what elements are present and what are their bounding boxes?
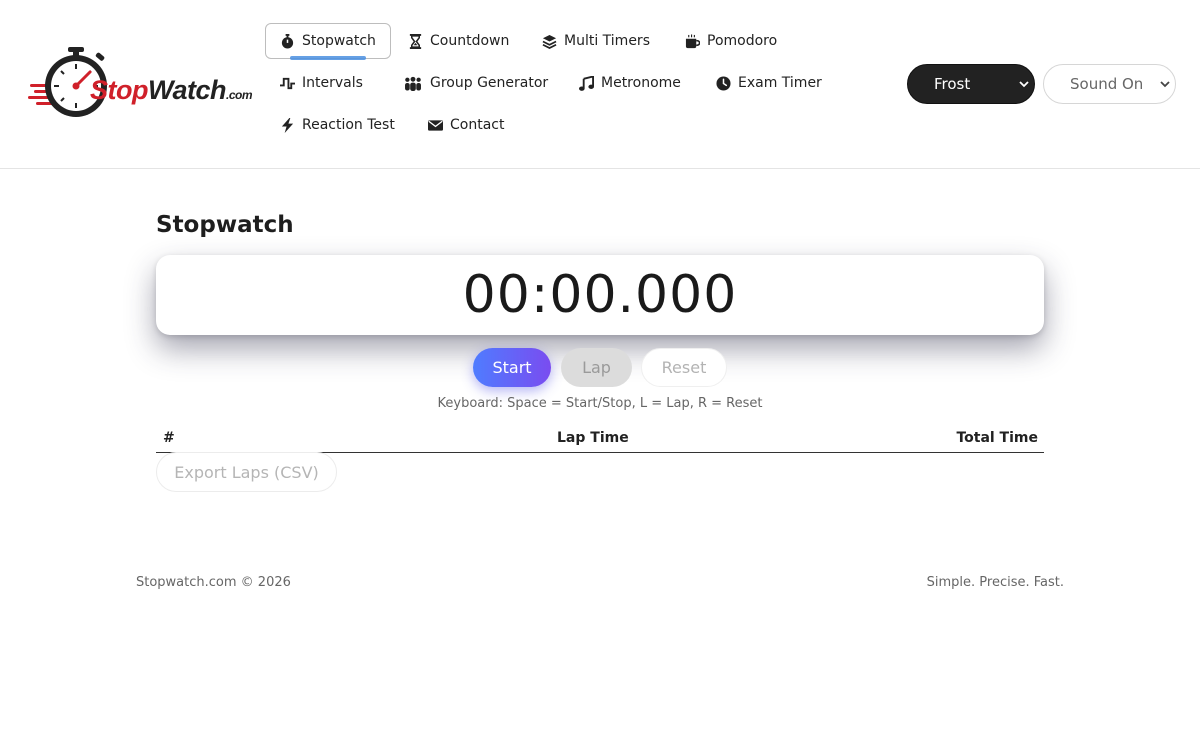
nav-item-exam-timer[interactable]: Exam Timer	[701, 65, 837, 101]
site-header: StopWatch.com Stopwatch Countdown Multi …	[0, 0, 1200, 169]
keyboard-hint: Keyboard: Space = Start/Stop, L = Lap, R…	[437, 396, 763, 411]
logo-suffix-text: .com	[226, 88, 253, 102]
logo-w-text: Watch	[148, 75, 227, 105]
wave-icon	[280, 77, 295, 89]
nav-item-contact[interactable]: Contact	[413, 107, 519, 143]
column-header-number: #	[163, 430, 175, 446]
export-laps-button[interactable]: Export Laps (CSV)	[156, 452, 337, 492]
nav-item-intervals[interactable]: Intervals	[265, 65, 378, 101]
coffee-icon	[685, 33, 700, 48]
nav-item-multi-timers[interactable]: Multi Timers	[527, 23, 665, 59]
clock-icon	[716, 75, 731, 91]
nav-label: Group Generator	[430, 75, 549, 91]
nav-item-stopwatch[interactable]: Stopwatch	[265, 23, 391, 60]
theme-select-value: Frost	[934, 75, 971, 93]
envelope-icon	[428, 119, 443, 131]
bolt-icon	[281, 117, 294, 133]
laps-table-header: # Lap Time Total Time	[156, 427, 1044, 453]
page-title: Stopwatch	[156, 212, 294, 238]
start-button[interactable]: Start	[473, 348, 551, 387]
theme-select[interactable]: Frost	[907, 64, 1035, 104]
sound-select-value: Sound On	[1070, 75, 1144, 93]
nav-label: Contact	[450, 117, 505, 133]
column-header-total-time: Total Time	[956, 430, 1038, 446]
nav-label: Multi Timers	[564, 33, 650, 49]
nav-label: Exam Timer	[738, 75, 822, 91]
nav-item-group-generator[interactable]: Group Generator	[388, 65, 563, 101]
nav-label: Stopwatch	[302, 33, 376, 49]
footer-tagline: Simple. Precise. Fast.	[926, 575, 1064, 590]
music-note-icon	[579, 75, 594, 91]
footer-copyright: Stopwatch.com © 2026	[136, 575, 291, 590]
column-header-lap-time: Lap Time	[557, 430, 629, 446]
logo-main-text: Stop	[90, 75, 149, 105]
nav-item-pomodoro[interactable]: Pomodoro	[670, 23, 792, 59]
nav-item-countdown[interactable]: Countdown	[393, 23, 524, 59]
logo-wordmark: StopWatch.com	[90, 75, 253, 106]
site-logo[interactable]: StopWatch.com	[28, 44, 253, 124]
chevron-down-icon	[1160, 81, 1170, 88]
hourglass-icon	[409, 33, 422, 49]
reset-button[interactable]: Reset	[641, 348, 727, 387]
timer-readout: 00:00.000	[462, 265, 738, 325]
layers-icon	[542, 34, 557, 49]
nav-item-metronome[interactable]: Metronome	[564, 65, 696, 101]
nav-item-reaction-test[interactable]: Reaction Test	[265, 107, 410, 143]
group-icon	[405, 76, 421, 91]
nav-label: Reaction Test	[302, 117, 395, 133]
nav-label: Metronome	[601, 75, 681, 91]
nav-label: Countdown	[430, 33, 510, 49]
lap-button[interactable]: Lap	[561, 348, 632, 387]
timer-display: 00:00.000	[156, 255, 1044, 335]
stopwatch-icon	[281, 33, 294, 49]
nav-label: Pomodoro	[707, 33, 778, 49]
chevron-down-icon	[1019, 81, 1029, 88]
nav-label: Intervals	[302, 75, 363, 91]
sound-select[interactable]: Sound On	[1043, 64, 1176, 104]
